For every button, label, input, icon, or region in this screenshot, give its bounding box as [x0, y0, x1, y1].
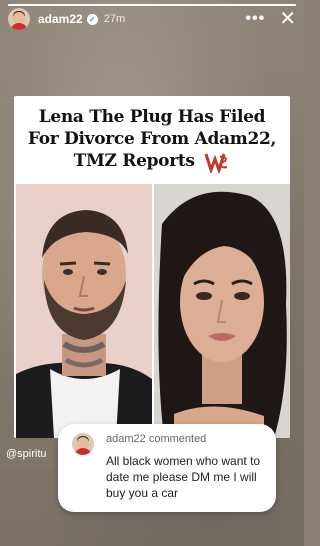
post-headline: Lena The Plug Has Filed For Divorce From…: [20, 106, 284, 173]
comment-username: adam22: [106, 433, 146, 445]
photo-woman: [154, 184, 290, 438]
headline-line-3-wrap: TMZ Reports: [20, 150, 284, 173]
comment-sticker[interactable]: adam22 commented All black women who wan…: [58, 424, 276, 512]
story-progress-fill: [8, 4, 296, 6]
shared-post-card[interactable]: Lena The Plug Has Filed For Divorce From…: [14, 96, 290, 438]
close-icon[interactable]: ✕: [279, 9, 296, 29]
post-handle-area: @spiritu: [0, 444, 54, 468]
story-header: adam22 ✓ 27m ••• ✕: [8, 8, 296, 30]
story-progress-bar: [8, 4, 296, 6]
comment-header: adam22 commented: [106, 433, 206, 445]
story-username[interactable]: adam22: [38, 12, 83, 26]
post-source-handle[interactable]: @spiritu: [6, 448, 47, 460]
headline-line-2: For Divorce From Adam22,: [27, 129, 277, 149]
headline-line-1: Lena The Plug Has Filed: [38, 107, 266, 127]
more-options-icon[interactable]: •••: [245, 11, 265, 27]
comment-action: commented: [148, 433, 207, 445]
publisher-logo-icon: [204, 153, 228, 173]
photo-man: [16, 184, 152, 438]
comment-text: All black women who want to date me plea…: [106, 454, 261, 500]
comment-avatar: [72, 433, 94, 455]
profile-avatar[interactable]: [8, 8, 30, 30]
headline-line-3: TMZ Reports: [73, 151, 195, 171]
verified-badge-icon: ✓: [86, 13, 98, 25]
story-timestamp: 27m: [103, 13, 126, 25]
